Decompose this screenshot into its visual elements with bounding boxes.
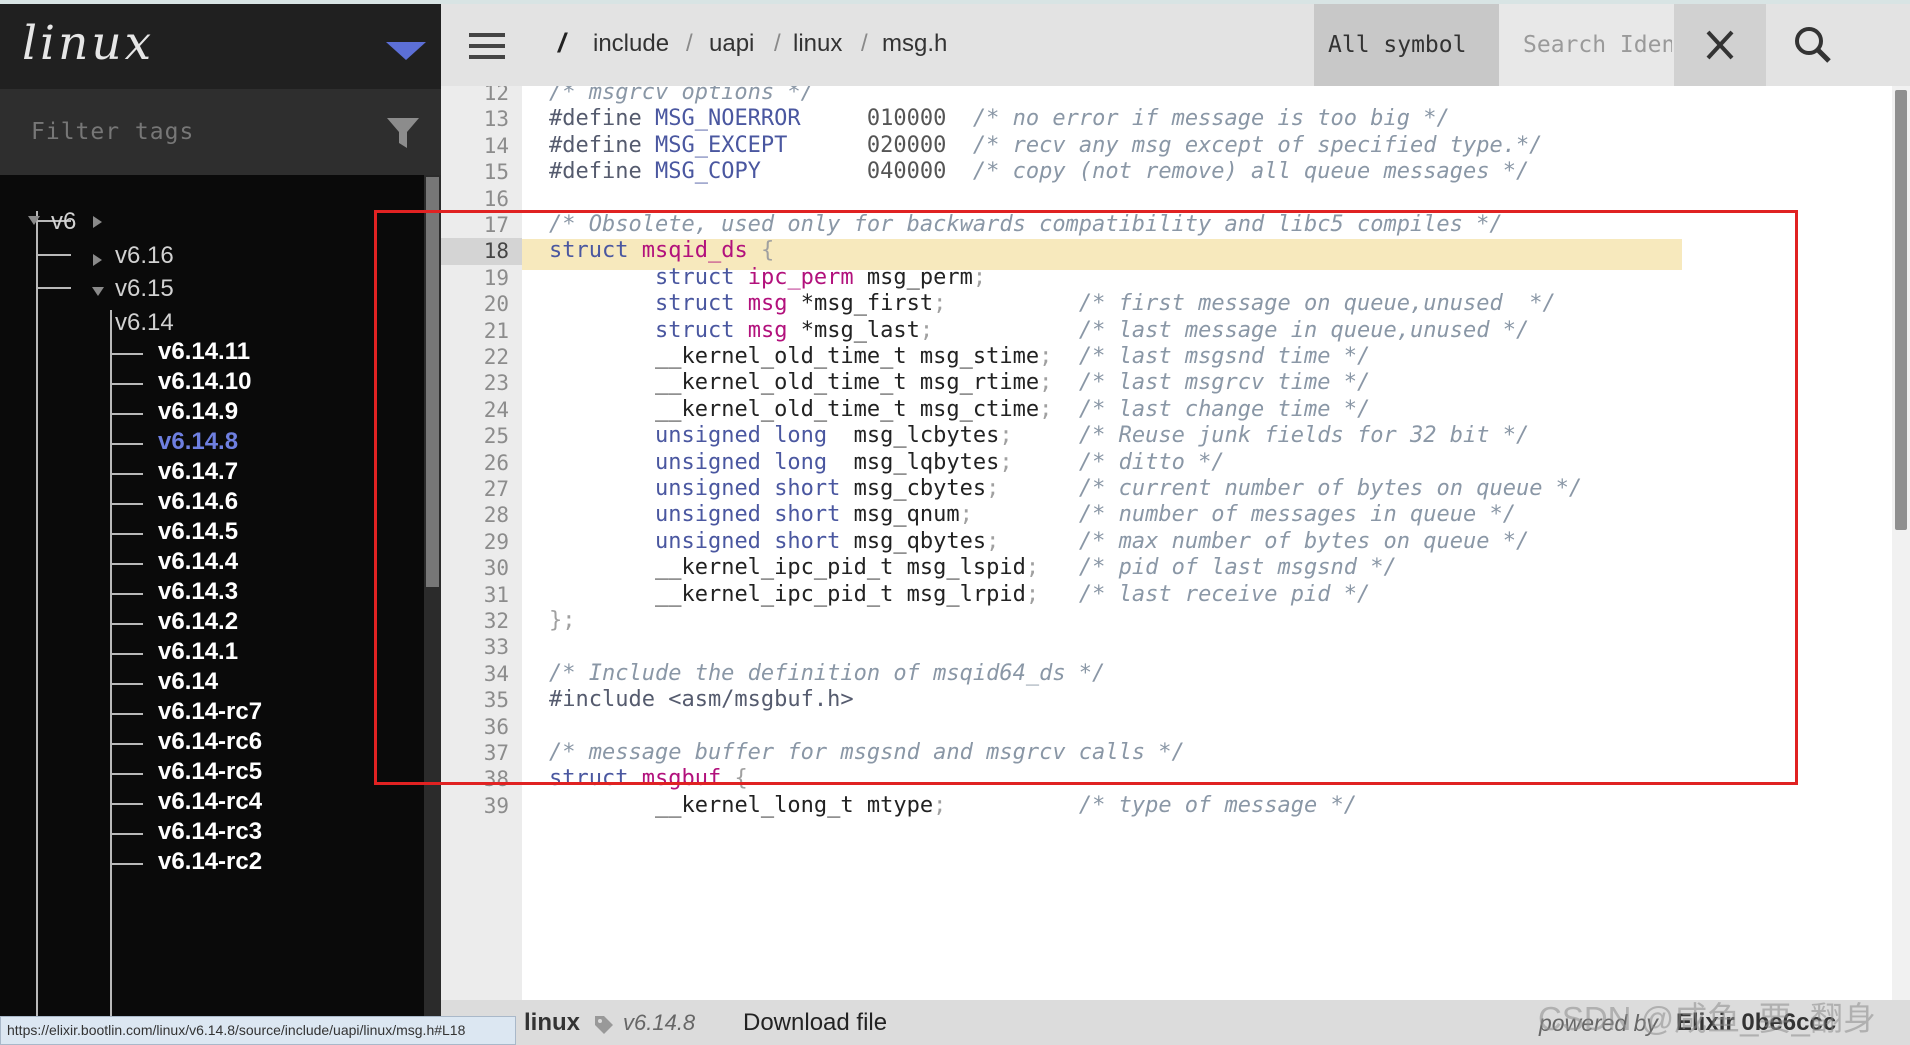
tree-tag-v6-14-rc3[interactable]: v6.14-rc3 — [158, 818, 262, 846]
tree-tag-v6-14-2[interactable]: v6.14.2 — [158, 608, 238, 636]
tree-connector — [110, 473, 143, 475]
filter-tags-box — [0, 89, 441, 175]
code-line: /* msgrcv options */ — [549, 86, 814, 105]
tree-connector — [110, 833, 143, 835]
tree-tag-v6-14-4[interactable]: v6.14.4 — [158, 548, 238, 576]
browser-status-url: https://elixir.bootlin.com/linux/v6.14.8… — [0, 1016, 516, 1045]
tree-version-v6-16[interactable]: v6.16 — [115, 242, 174, 270]
collapse-icon[interactable] — [92, 287, 104, 296]
symbol-type-select[interactable]: All symbol — [1314, 4, 1499, 86]
tree-version-v6-14[interactable]: v6.14 — [115, 309, 174, 337]
watermark: CSDN @咸鱼_要_翻身 — [1538, 1000, 1876, 1037]
tree-tag-v6-14-6[interactable]: v6.14.6 — [158, 488, 238, 516]
tree-connector — [110, 713, 143, 715]
breadcrumb-separator: / — [861, 30, 868, 57]
tree-tag-v6-14-rc6[interactable]: v6.14-rc6 — [158, 728, 262, 756]
collapse-icon[interactable] — [28, 216, 40, 225]
line-number[interactable]: 13 — [441, 106, 509, 132]
search-button[interactable] — [1766, 4, 1910, 86]
tree-connector — [110, 773, 143, 775]
filter-tags-input[interactable] — [29, 113, 373, 151]
project-logo: linux — [22, 16, 155, 71]
search-identifier-input[interactable] — [1499, 4, 1674, 86]
line-number[interactable]: 16 — [441, 186, 509, 212]
tree-tag-v6-14[interactable]: v6.14 — [158, 668, 218, 696]
tree-version-v6-15[interactable]: v6.15 — [115, 275, 174, 303]
tree-tag-v6-14-3[interactable]: v6.14.3 — [158, 578, 238, 606]
line-number[interactable]: 39 — [441, 793, 509, 819]
search-icon — [1795, 27, 1831, 63]
footer-version: v6.14.8 — [623, 1010, 696, 1035]
code-line: #define MSG_COPY 040000 /* copy (not rem… — [549, 159, 1530, 185]
code-line: #define MSG_EXCEPT 020000 /* recv any ms… — [549, 132, 1543, 158]
close-icon — [1706, 30, 1734, 60]
filter-icon[interactable] — [386, 116, 420, 150]
version-tree: v6 v6.16 v6.15 v6.14 v6.14.11 v6.14.10 v6.… — [0, 175, 424, 1041]
top-bar: / include / uapi / linux / msg.h All sym… — [441, 4, 1910, 86]
download-file-link[interactable]: Download file — [743, 1009, 887, 1037]
line-number[interactable]: 12 — [441, 86, 509, 106]
tree-tag-v6-14-rc5[interactable]: v6.14-rc5 — [158, 758, 262, 786]
tree-connector — [110, 683, 143, 685]
breadcrumb-file: msg.h — [882, 30, 948, 57]
code-line: #define MSG_NOERROR 010000 /* no error i… — [549, 106, 1450, 132]
code-line: __kernel_long_t mtype; /* type of messag… — [654, 792, 1357, 818]
tree-tag-v6-14-9[interactable]: v6.14.9 — [158, 398, 238, 426]
tree-connector — [110, 383, 143, 385]
tree-connector — [110, 743, 143, 745]
tree-connector — [110, 803, 143, 805]
tree-tag-v6-14-rc4[interactable]: v6.14-rc4 — [158, 788, 262, 816]
breadcrumb-root[interactable]: / — [558, 28, 566, 59]
annotation-highlight-box — [374, 210, 1798, 785]
tree-tag-v6-14-5[interactable]: v6.14.5 — [158, 518, 238, 546]
tree-connector — [110, 413, 143, 415]
breadcrumb-separator: / — [774, 30, 781, 57]
tag-icon — [595, 1016, 613, 1034]
tree-connector — [110, 623, 143, 625]
breadcrumb-include[interactable]: include — [593, 30, 669, 58]
tree-connector — [110, 353, 143, 355]
tree-tag-v6-14-8[interactable]: v6.14.8 — [158, 428, 238, 456]
line-number[interactable]: 14 — [441, 133, 509, 159]
menu-icon[interactable] — [469, 33, 505, 59]
tree-connector — [110, 863, 143, 865]
tree-tag-v6-14-rc2[interactable]: v6.14-rc2 — [158, 848, 262, 876]
footer-project[interactable]: linux — [524, 1009, 580, 1037]
tree-tag-v6-14-11[interactable]: v6.14.11 — [158, 338, 250, 366]
project-dropdown-icon[interactable] — [386, 42, 426, 60]
tree-tag-v6-14-7[interactable]: v6.14.7 — [158, 458, 238, 486]
breadcrumb-uapi[interactable]: uapi — [709, 30, 754, 58]
tree-tag-v6-14-rc7[interactable]: v6.14-rc7 — [158, 698, 262, 726]
tree-connector — [110, 533, 143, 535]
tree-connector — [110, 443, 143, 445]
tree-tag-v6-14-1[interactable]: v6.14.1 — [158, 638, 238, 666]
tree-tag-v6-14-10[interactable]: v6.14.10 — [158, 368, 251, 396]
tree-root-v6[interactable]: v6 — [51, 208, 76, 236]
tree-connector — [110, 503, 143, 505]
line-number[interactable]: 15 — [441, 159, 509, 185]
tree-connector — [110, 593, 143, 595]
expand-icon[interactable] — [93, 254, 102, 266]
breadcrumb-separator: / — [686, 30, 693, 57]
expand-icon[interactable] — [93, 216, 102, 228]
breadcrumb-linux[interactable]: linux — [793, 30, 842, 58]
code-scrollbar-thumb[interactable] — [1895, 90, 1907, 530]
project-header[interactable]: linux — [0, 4, 441, 89]
close-search-button[interactable] — [1674, 4, 1766, 86]
tree-connector — [110, 563, 143, 565]
tree-connector — [110, 653, 143, 655]
